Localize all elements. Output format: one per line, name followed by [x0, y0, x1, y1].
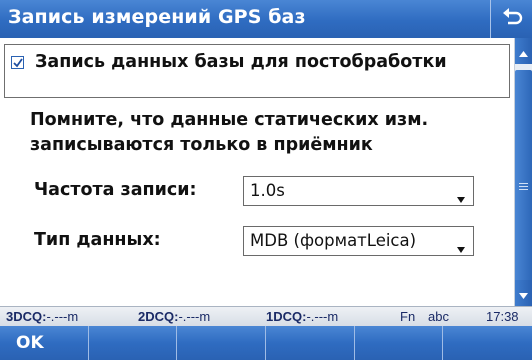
logging-rate-value: 1.0s: [250, 181, 285, 200]
info-text: Помните, что данные статических изм. зап…: [30, 110, 429, 155]
logging-rate-label: Частота записи:: [34, 180, 197, 200]
scroll-grip-icon: [519, 181, 528, 192]
record-base-data-checkbox-row[interactable]: Запись данных базы для постобработки: [4, 44, 510, 98]
dcq3-status: 3DCQ:-.---m: [6, 309, 79, 324]
logging-rate-select[interactable]: 1.0s: [243, 176, 474, 206]
main-content: Запись данных базы для постобработки Пом…: [0, 38, 514, 306]
softkey-2[interactable]: [89, 326, 178, 360]
input-mode-indicator: abc: [428, 309, 449, 324]
data-type-label: Тип данных:: [34, 230, 161, 250]
fn-indicator: Fn: [400, 309, 416, 324]
scroll-down-icon: [519, 284, 528, 303]
back-arrow-icon: [501, 7, 523, 31]
scroll-down-button[interactable]: [515, 280, 532, 306]
data-type-select[interactable]: MDB (форматLeica): [243, 226, 474, 256]
window-title: Запись измерений GPS баз: [8, 6, 306, 28]
vertical-scrollbar[interactable]: [514, 38, 532, 306]
scroll-up-icon: [519, 42, 528, 61]
status-bar: 3DCQ:-.---m 2DCQ:-.---m 1DCQ:-.---m Fn a…: [0, 306, 532, 326]
softkey-4[interactable]: [266, 326, 355, 360]
softkey-3[interactable]: [177, 326, 266, 360]
scroll-thumb[interactable]: [515, 70, 532, 302]
record-base-data-checkbox[interactable]: [11, 56, 24, 69]
softkey-bar: OK: [0, 326, 532, 360]
record-base-data-label: Запись данных базы для постобработки: [35, 52, 447, 72]
softkey-6[interactable]: [443, 326, 532, 360]
title-bar: Запись измерений GPS баз: [0, 0, 532, 38]
softkey-5[interactable]: [355, 326, 444, 360]
dropdown-arrow-icon: [457, 238, 465, 257]
dcq2-status: 2DCQ:-.---m: [138, 309, 211, 324]
dcq1-status: 1DCQ:-.---m: [266, 309, 339, 324]
softkey-ok[interactable]: OK: [0, 326, 89, 360]
data-type-value: MDB (форматLeica): [250, 231, 417, 250]
clock: 17:38: [486, 309, 519, 324]
dropdown-arrow-icon: [457, 188, 465, 207]
back-button[interactable]: [490, 0, 532, 38]
scroll-up-button[interactable]: [515, 38, 532, 64]
